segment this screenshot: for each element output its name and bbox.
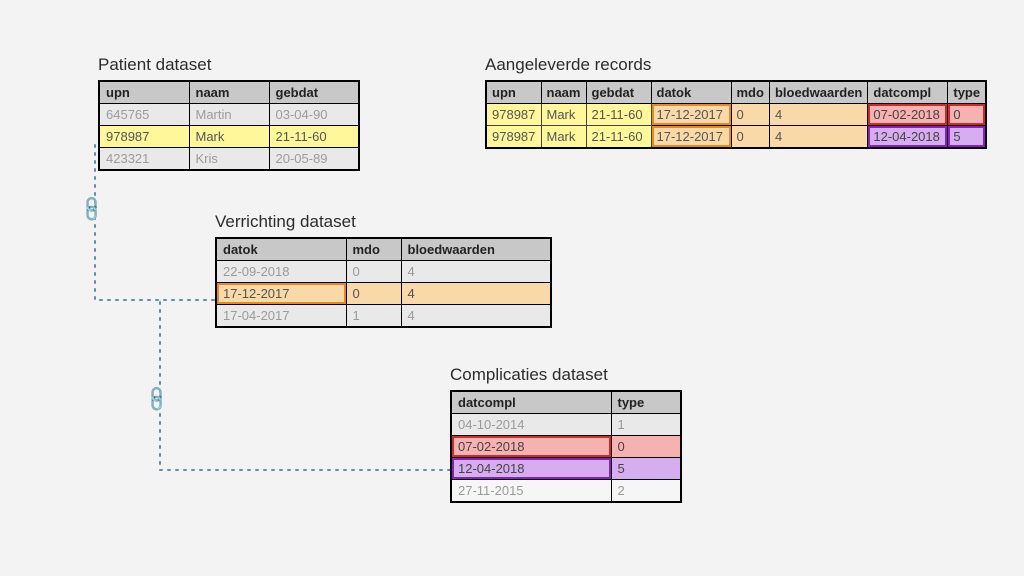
- col-datok: datok: [216, 238, 346, 261]
- col-datcompl: datcompl: [868, 81, 948, 104]
- complicaties-table: datcompl type 04-10-2014 1 07-02-2018 0 …: [450, 390, 682, 503]
- patient-dataset-title: Patient dataset: [98, 55, 211, 75]
- link-icon: 🔗: [77, 196, 105, 224]
- col-upn: upn: [486, 81, 541, 104]
- col-datok: datok: [651, 81, 731, 104]
- col-naam: naam: [189, 81, 269, 104]
- table-row: 17-04-2017 1 4: [216, 305, 551, 328]
- col-upn: upn: [99, 81, 189, 104]
- table-row: 978987 Mark 21-11-60 17-12-2017 0 4 07-0…: [486, 104, 986, 126]
- patient-table: upn naam gebdat 645765 Martin 03-04-90 9…: [98, 80, 360, 171]
- col-mdo: mdo: [346, 238, 401, 261]
- col-mdo: mdo: [731, 81, 769, 104]
- table-row: 645765 Martin 03-04-90: [99, 104, 359, 126]
- verrichting-table: datok mdo bloedwaarden 22-09-2018 0 4 17…: [215, 237, 552, 328]
- table-row: 17-12-2017 0 4: [216, 283, 551, 305]
- table-row: 423321 Kris 20-05-89: [99, 148, 359, 171]
- col-naam: naam: [541, 81, 586, 104]
- table-row: 22-09-2018 0 4: [216, 261, 551, 283]
- aangeleverde-table: upn naam gebdat datok mdo bloedwaarden d…: [485, 80, 987, 149]
- col-datcompl: datcompl: [451, 391, 611, 414]
- col-bloedwaarden: bloedwaarden: [769, 81, 867, 104]
- col-type: type: [948, 81, 986, 104]
- complicaties-dataset-title: Complicaties dataset: [450, 365, 608, 385]
- table-row: 12-04-2018 5: [451, 458, 681, 480]
- table-row: 978987 Mark 21-11-60: [99, 126, 359, 148]
- table-row: 07-02-2018 0: [451, 436, 681, 458]
- link-icon: 🔗: [142, 386, 170, 414]
- table-row: 27-11-2015 2: [451, 480, 681, 503]
- col-type: type: [611, 391, 681, 414]
- table-row: 978987 Mark 21-11-60 17-12-2017 0 4 12-0…: [486, 126, 986, 149]
- table-row: 04-10-2014 1: [451, 414, 681, 436]
- col-gebdat: gebdat: [269, 81, 359, 104]
- col-gebdat: gebdat: [586, 81, 651, 104]
- col-bloedwaarden: bloedwaarden: [401, 238, 551, 261]
- aangeleverde-records-title: Aangeleverde records: [485, 55, 651, 75]
- verrichting-dataset-title: Verrichting dataset: [215, 212, 356, 232]
